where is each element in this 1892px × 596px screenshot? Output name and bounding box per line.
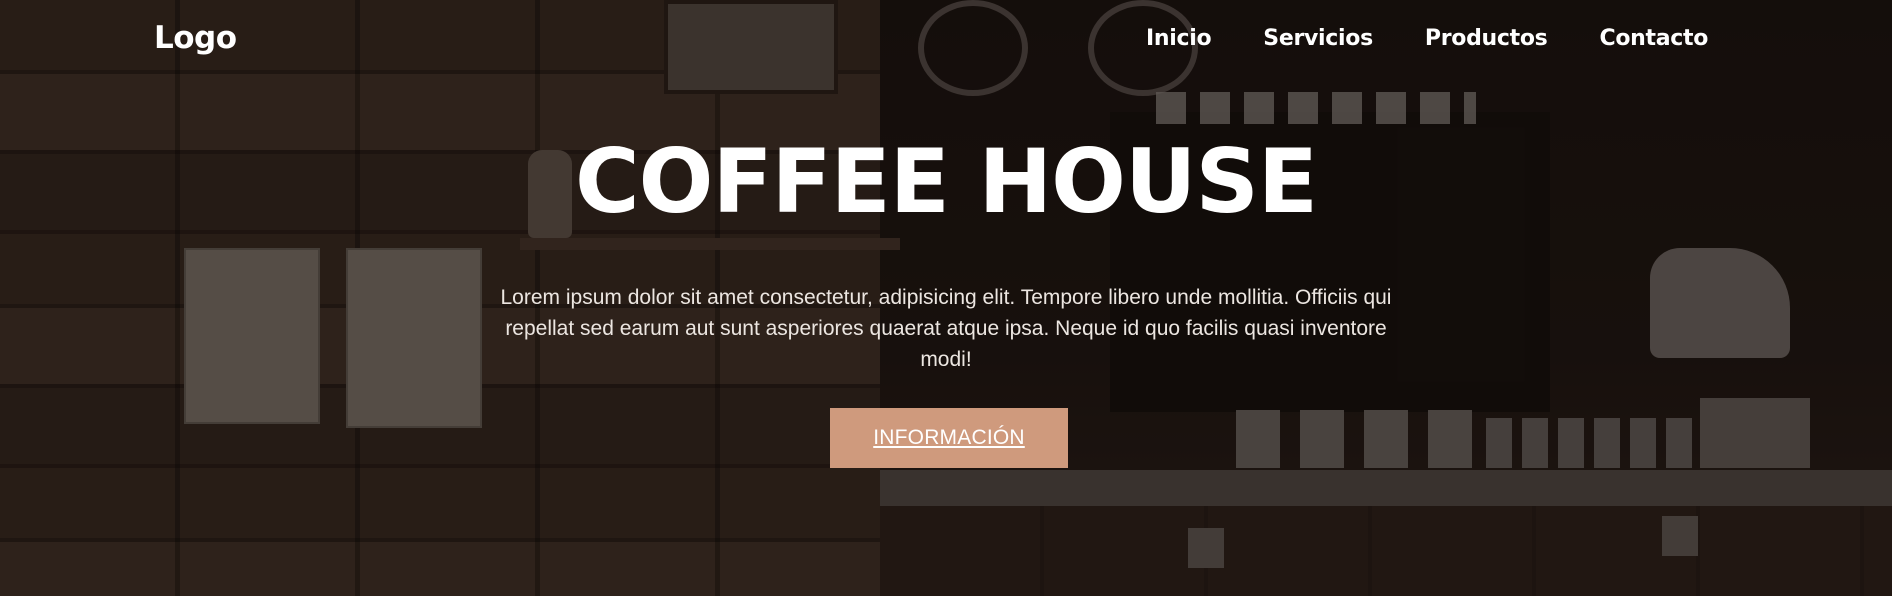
nav-menu: Inicio Servicios Productos Contacto	[1146, 26, 1708, 51]
logo-link[interactable]: Logo	[154, 20, 237, 56]
hero-title: COFFEE HOUSE	[575, 130, 1318, 233]
nav-item-inicio[interactable]: Inicio	[1146, 26, 1212, 51]
nav-item-servicios[interactable]: Servicios	[1263, 26, 1373, 51]
nav-item-contacto[interactable]: Contacto	[1599, 26, 1708, 51]
nav-item-productos[interactable]: Productos	[1425, 26, 1548, 51]
hero-description: Lorem ipsum dolor sit amet consectetur, …	[500, 286, 1392, 371]
top-navigation: Logo Inicio Servicios Productos Contacto	[0, 0, 1892, 84]
hero-section: Logo Inicio Servicios Productos Contacto…	[0, 0, 1892, 596]
info-button[interactable]: INFORMACIÓN	[830, 408, 1068, 468]
